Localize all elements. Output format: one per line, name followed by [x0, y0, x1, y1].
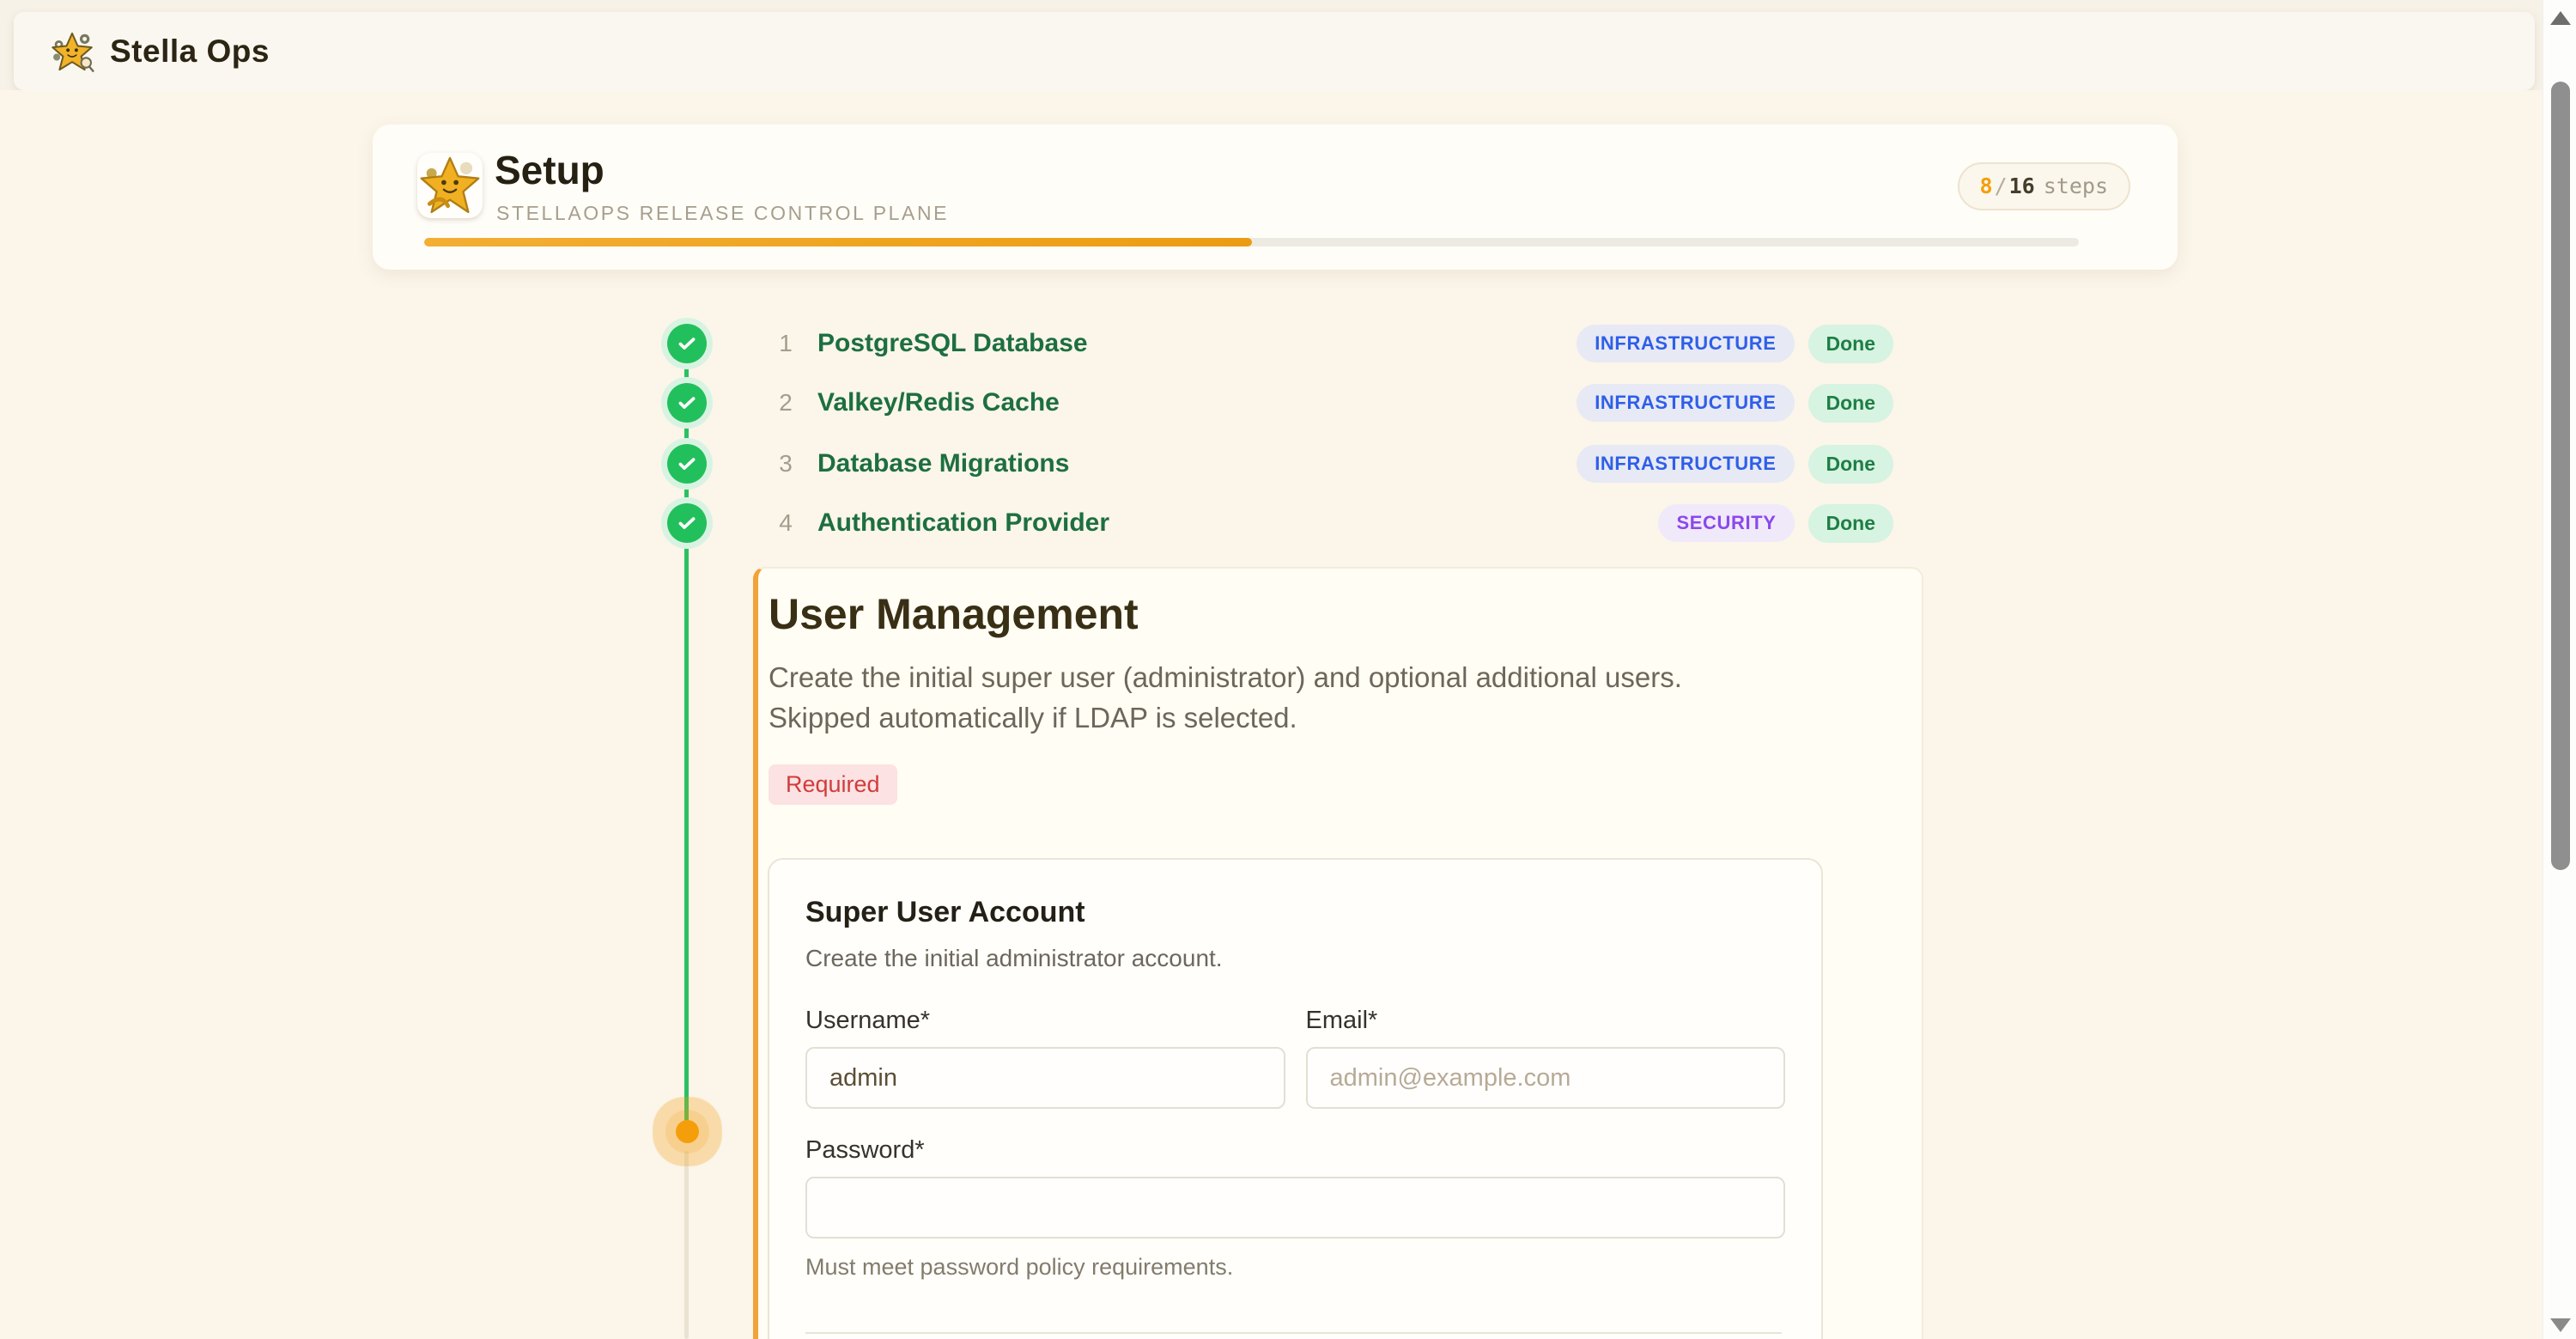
required-badge: Required	[769, 764, 897, 805]
steps-counter-badge: 8/16 steps	[1958, 162, 2131, 210]
setup-progress-bar	[424, 238, 2079, 246]
checklist-row-postgresql[interactable]: 1 PostgreSQL Database INFRASTRUCTURE Don…	[756, 323, 1923, 364]
status-badge: Done	[1808, 325, 1894, 363]
step-number: 2	[775, 389, 797, 417]
password-input[interactable]	[805, 1177, 1785, 1239]
scrollbar-up-arrow-icon[interactable]	[2550, 11, 2571, 25]
email-label: Email*	[1306, 1007, 1786, 1035]
setup-title: Setup	[495, 147, 605, 193]
setup-subtitle: STELLAOPS RELEASE CONTROL PLANE	[496, 202, 949, 225]
super-user-title: Super User Account	[805, 896, 1785, 929]
app-header: Stella Ops	[14, 12, 2535, 90]
vertical-scrollbar[interactable]	[2543, 0, 2576, 1339]
stella-ops-logo-icon	[50, 29, 94, 74]
user-management-card: User Management Create the initial super…	[753, 567, 1923, 1339]
current-step-indicator-dot	[676, 1120, 699, 1143]
step-3-check-icon	[667, 444, 707, 484]
timeline-line-upcoming	[684, 1151, 689, 1339]
user-management-description: Create the initial super user (administr…	[769, 658, 1769, 739]
scrollbar-down-arrow-icon[interactable]	[2550, 1318, 2571, 1332]
main-content: Setup STELLAOPS RELEASE CONTROL PLANE 8/…	[0, 90, 2543, 1339]
steps-suffix: steps	[2044, 173, 2108, 198]
status-badge: Done	[1808, 504, 1894, 543]
status-badge: Done	[1808, 445, 1894, 484]
step-title[interactable]: PostgreSQL Database	[817, 329, 1088, 358]
step-1-check-icon	[667, 324, 707, 363]
checklist-row-auth-provider[interactable]: 4 Authentication Provider SECURITY Done	[756, 502, 1923, 544]
step-2-check-icon	[667, 383, 707, 423]
checklist-row-db-migrations[interactable]: 3 Database Migrations INFRASTRUCTURE Don…	[756, 443, 1923, 484]
step-title[interactable]: Valkey/Redis Cache	[817, 388, 1060, 417]
steps-done-count: 8	[1980, 173, 1993, 198]
setup-header-card: Setup STELLAOPS RELEASE CONTROL PLANE 8/…	[373, 125, 2178, 270]
step-4-check-icon	[667, 503, 707, 543]
user-management-title: User Management	[769, 589, 1913, 639]
brand-name: Stella Ops	[110, 33, 270, 70]
password-label: Password*	[805, 1136, 1785, 1165]
checklist-row-valkey-redis[interactable]: 2 Valkey/Redis Cache INFRASTRUCTURE Done	[756, 382, 1923, 423]
category-badge: INFRASTRUCTURE	[1577, 325, 1794, 362]
setup-logo-icon	[417, 153, 483, 218]
steps-separator: /	[1995, 173, 2008, 198]
category-badge: SECURITY	[1658, 504, 1794, 542]
step-number: 1	[775, 330, 797, 357]
username-input[interactable]	[805, 1047, 1285, 1109]
category-badge: INFRASTRUCTURE	[1577, 384, 1794, 422]
step-number: 4	[775, 509, 797, 537]
status-badge: Done	[1808, 384, 1894, 423]
category-badge: INFRASTRUCTURE	[1577, 445, 1794, 483]
email-input[interactable]	[1306, 1047, 1786, 1109]
step-number: 3	[775, 450, 797, 478]
super-user-card: Super User Account Create the initial ad…	[768, 858, 1823, 1339]
step-title[interactable]: Authentication Provider	[817, 508, 1109, 538]
setup-progress-fill	[424, 238, 1252, 246]
scrollbar-thumb[interactable]	[2551, 82, 2570, 870]
password-help-text: Must meet password policy requirements.	[805, 1254, 1785, 1281]
step-title[interactable]: Database Migrations	[817, 449, 1069, 478]
section-divider	[805, 1332, 1782, 1334]
super-user-subtitle: Create the initial administrator account…	[805, 945, 1785, 972]
username-label: Username*	[805, 1007, 1285, 1035]
steps-total-count: 16	[2009, 173, 2035, 198]
